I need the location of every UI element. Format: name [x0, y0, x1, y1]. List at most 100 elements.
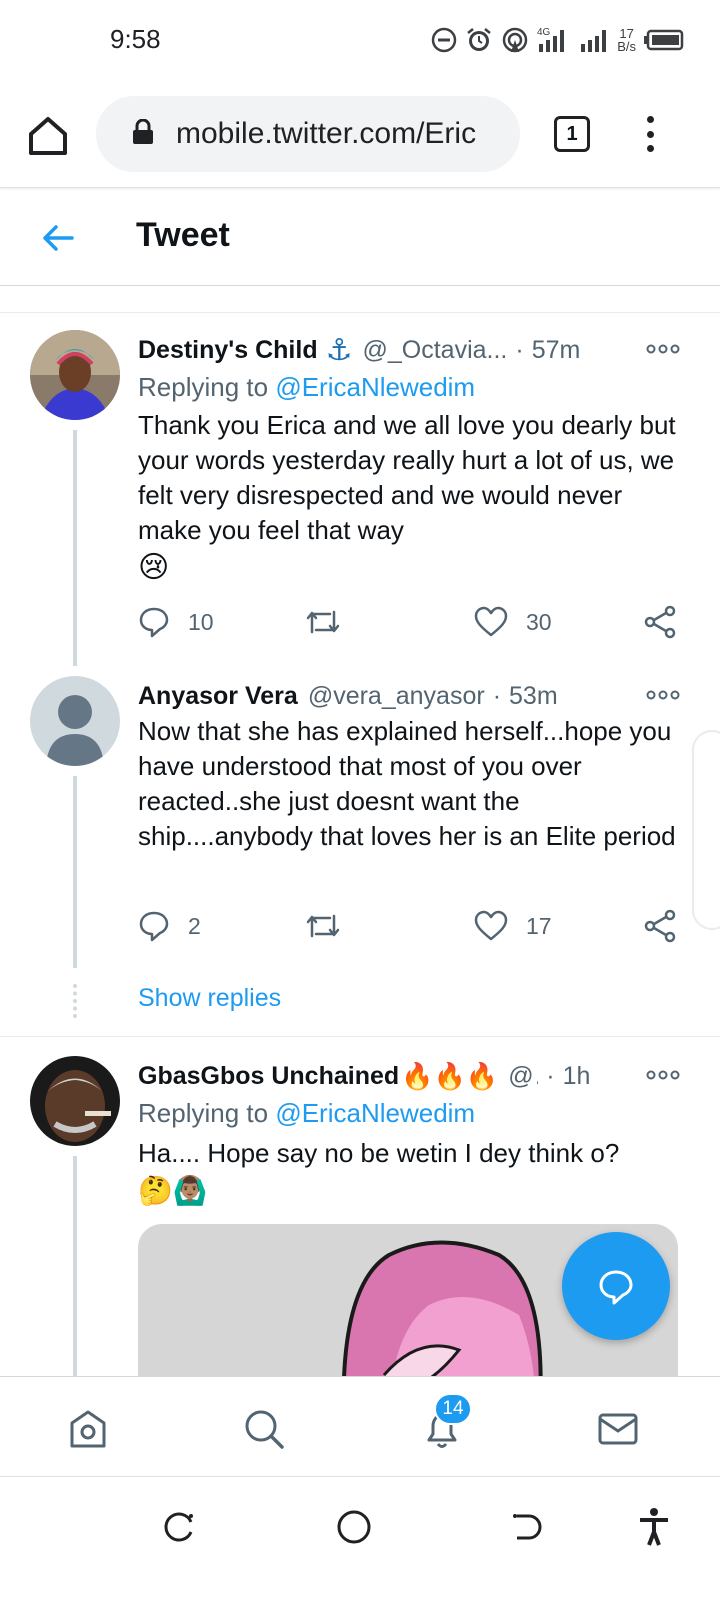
tweet-actions: 2 17 — [138, 906, 683, 946]
more-options-button[interactable] — [646, 688, 680, 702]
retweet-button[interactable] — [304, 602, 360, 642]
more-options-button[interactable] — [646, 1068, 680, 1082]
notification-badge: 14 — [434, 1393, 472, 1425]
author-handle[interactable]: @. — [508, 1062, 538, 1091]
menu-dot-icon — [646, 116, 654, 123]
home-button[interactable] — [24, 112, 72, 160]
more-options-button[interactable] — [646, 342, 680, 356]
avatar[interactable] — [30, 330, 120, 420]
hotspot-icon — [501, 26, 529, 54]
search-icon — [245, 1410, 284, 1449]
tweet-actions: 10 30 — [138, 602, 683, 642]
page-title: Tweet — [136, 216, 230, 254]
replying-to: Replying to @EricaNlewedim — [138, 1098, 475, 1129]
home-icon — [70, 1410, 106, 1448]
status-time: 9:58 — [110, 24, 161, 54]
accessibility-button[interactable] — [632, 1505, 676, 1549]
retweet-icon — [306, 610, 340, 634]
author-name[interactable]: Anyasor Vera — [138, 682, 298, 711]
home-icon — [29, 117, 67, 155]
like-button[interactable]: 30 — [474, 602, 552, 642]
address-bar[interactable]: mobile.twitter.com/Eric — [96, 96, 520, 172]
tweet-item[interactable]: Anyasor Vera @vera_anyasor · 53m Now tha… — [0, 676, 720, 976]
menu-dot-icon — [646, 145, 654, 152]
tab-messages[interactable] — [594, 1405, 642, 1453]
tweet-header: Anyasor Vera @vera_anyasor · 53m — [138, 676, 680, 716]
mention-link[interactable]: @EricaNlewedim — [275, 1098, 475, 1128]
heart-icon — [474, 910, 508, 941]
author-handle[interactable]: @_Octavia... — [363, 336, 508, 365]
tweet-time[interactable]: 1h — [563, 1062, 591, 1091]
avatar[interactable] — [30, 676, 120, 766]
lock-icon — [132, 118, 154, 150]
signal-icon — [579, 26, 609, 54]
thread-line — [73, 430, 77, 666]
circle-home-icon — [337, 1510, 371, 1544]
share-icon — [644, 909, 676, 943]
more-icon — [646, 344, 680, 354]
share-icon — [644, 605, 676, 639]
reply-button[interactable]: 10 — [138, 602, 214, 642]
reply-count: 10 — [188, 608, 214, 635]
retweet-button[interactable] — [304, 906, 360, 946]
reply-icon — [139, 607, 169, 638]
tab-search[interactable] — [240, 1405, 288, 1453]
author-name[interactable]: Destiny's Child — [138, 336, 318, 365]
status-icons: 4G 17 B/s — [431, 24, 684, 56]
url-text: mobile.twitter.com/Eric — [176, 117, 477, 150]
share-button[interactable] — [643, 906, 677, 946]
replying-prefix: Replying to — [138, 372, 276, 402]
accessibility-icon — [640, 1508, 668, 1546]
separator-dot: · — [546, 1061, 555, 1090]
tweet-time[interactable]: 53m — [509, 682, 558, 711]
compose-tweet-button[interactable] — [562, 1232, 670, 1340]
browser-toolbar: mobile.twitter.com/Eric 1 — [0, 80, 720, 188]
tweet-text: Thank you Erica and we all love you dear… — [138, 410, 676, 545]
conversation-timeline[interactable]: Destiny's Child ⚓ @_Octavia... · 57m Rep… — [0, 286, 720, 1376]
like-count: 17 — [526, 912, 552, 939]
default-avatar-icon — [30, 676, 120, 766]
network-type: 4G — [537, 27, 551, 38]
like-button[interactable]: 17 — [474, 906, 552, 946]
reply-count: 2 — [188, 912, 201, 939]
scroll-handle[interactable] — [692, 730, 720, 930]
like-count: 30 — [526, 608, 552, 635]
thread-line — [73, 776, 77, 968]
divider — [0, 312, 720, 313]
more-icon — [646, 690, 680, 700]
recents-icon — [164, 1512, 193, 1542]
tab-switcher-button[interactable]: 1 — [554, 116, 590, 152]
tweet-page-header: Tweet — [0, 190, 720, 286]
back-nav-button[interactable] — [504, 1505, 548, 1549]
battery-icon — [644, 29, 684, 51]
author-name[interactable]: GbasGbos Unchained — [138, 1062, 399, 1091]
heart-icon — [474, 606, 508, 637]
mention-link[interactable]: @EricaNlewedim — [275, 372, 475, 402]
network-speed: 17 B/s — [617, 27, 636, 53]
compose-reply-icon — [599, 1270, 633, 1305]
system-nav-bar — [0, 1476, 720, 1600]
retweet-icon — [306, 914, 340, 938]
status-bar: 9:58 4G 17 B/s — [0, 0, 720, 80]
tab-home[interactable] — [64, 1405, 112, 1453]
thread-dotted-line — [73, 984, 77, 1018]
browser-menu-button[interactable] — [640, 112, 660, 156]
tweet-time[interactable]: 57m — [532, 336, 581, 365]
avatar[interactable] — [30, 1056, 120, 1146]
mail-icon — [598, 1413, 638, 1445]
back-button[interactable] — [38, 218, 78, 258]
recent-apps-button[interactable] — [158, 1505, 202, 1549]
home-nav-button[interactable] — [332, 1505, 376, 1549]
reply-icon — [139, 911, 169, 942]
share-button[interactable] — [643, 602, 677, 642]
do-not-disturb-icon — [431, 27, 457, 53]
author-handle[interactable]: @vera_anyasor — [308, 682, 485, 711]
tweet-text: Ha.... Hope say no be wetin I dey think … — [138, 1138, 620, 1168]
replying-prefix: Replying to — [138, 1098, 276, 1128]
show-replies-link[interactable]: Show replies — [138, 984, 281, 1013]
previous-tweet-actions — [0, 286, 720, 296]
tweet-text: Now that she has explained herself...hop… — [138, 716, 676, 851]
back-nav-icon — [513, 1514, 542, 1540]
tweet-item[interactable]: Destiny's Child ⚓ @_Octavia... · 57m Rep… — [0, 330, 720, 670]
reply-button[interactable]: 2 — [138, 906, 201, 946]
